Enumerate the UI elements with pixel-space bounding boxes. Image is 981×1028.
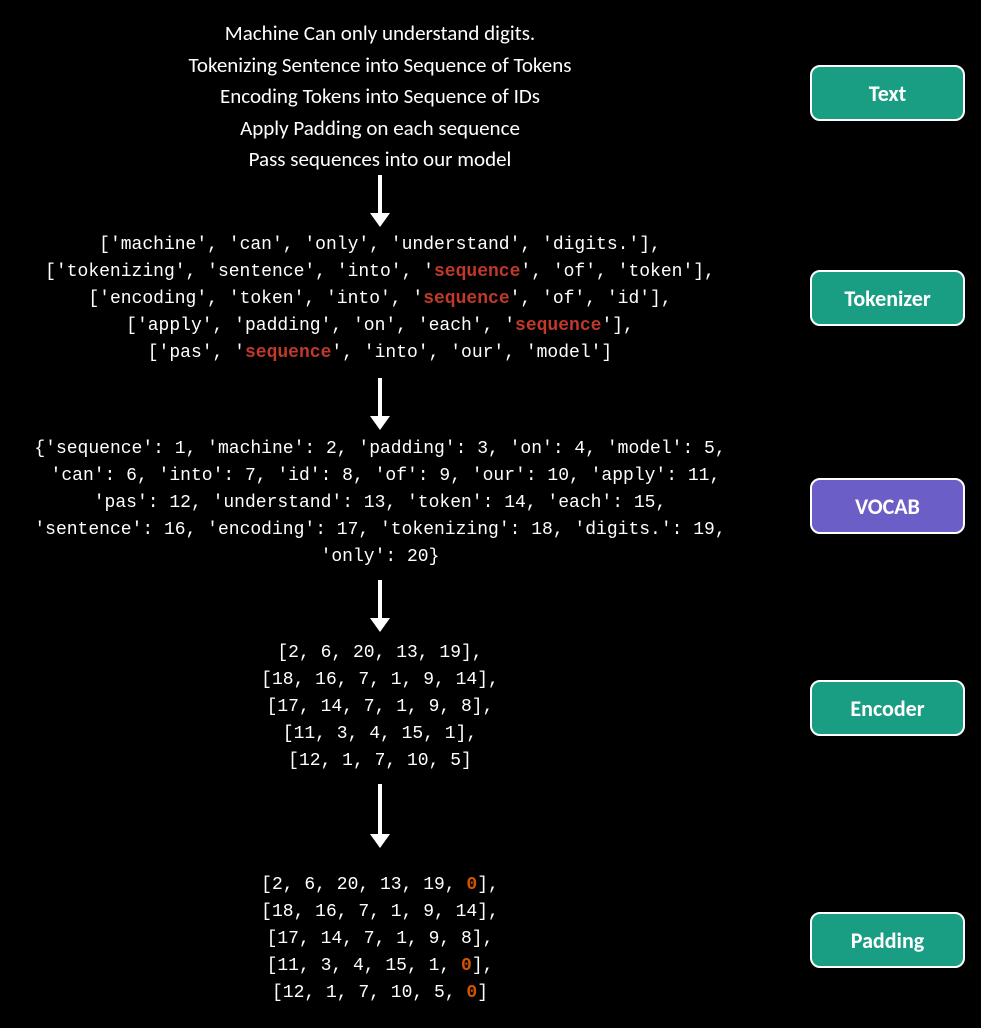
stage-vocab: {'sequence': 1, 'machine': 2, 'padding':…	[0, 436, 760, 571]
label-vocab: VOCAB	[810, 478, 965, 534]
label-padding-caption: Padding	[851, 927, 924, 954]
stage-text: Machine Can only understand digits.Token…	[0, 18, 760, 176]
arrow-1	[370, 175, 390, 227]
vocab-content: {'sequence': 1, 'machine': 2, 'padding':…	[0, 436, 760, 571]
padding-content: [2, 6, 20, 13, 19, 0],[18, 16, 7, 1, 9, …	[0, 872, 760, 1007]
label-padding: Padding	[810, 912, 965, 968]
label-encoder: Encoder	[810, 680, 965, 736]
arrow-3	[370, 580, 390, 632]
label-vocab-caption: VOCAB	[855, 493, 920, 520]
label-tokenizer-caption: Tokenizer	[844, 285, 930, 312]
label-encoder-caption: Encoder	[850, 695, 924, 722]
tokenizer-content: ['machine', 'can', 'only', 'understand',…	[0, 232, 760, 367]
arrow-2	[370, 378, 390, 430]
encoder-content: [2, 6, 20, 13, 19],[18, 16, 7, 1, 9, 14]…	[0, 640, 760, 775]
label-tokenizer: Tokenizer	[810, 270, 965, 326]
stage-encoder: [2, 6, 20, 13, 19],[18, 16, 7, 1, 9, 14]…	[0, 640, 760, 775]
stage-tokenizer: ['machine', 'can', 'only', 'understand',…	[0, 232, 760, 367]
text-content: Machine Can only understand digits.Token…	[0, 18, 760, 176]
stage-padding: [2, 6, 20, 13, 19, 0],[18, 16, 7, 1, 9, …	[0, 872, 760, 1007]
label-text: Text	[810, 65, 965, 121]
label-text-caption: Text	[869, 80, 906, 107]
arrow-4	[370, 784, 390, 848]
